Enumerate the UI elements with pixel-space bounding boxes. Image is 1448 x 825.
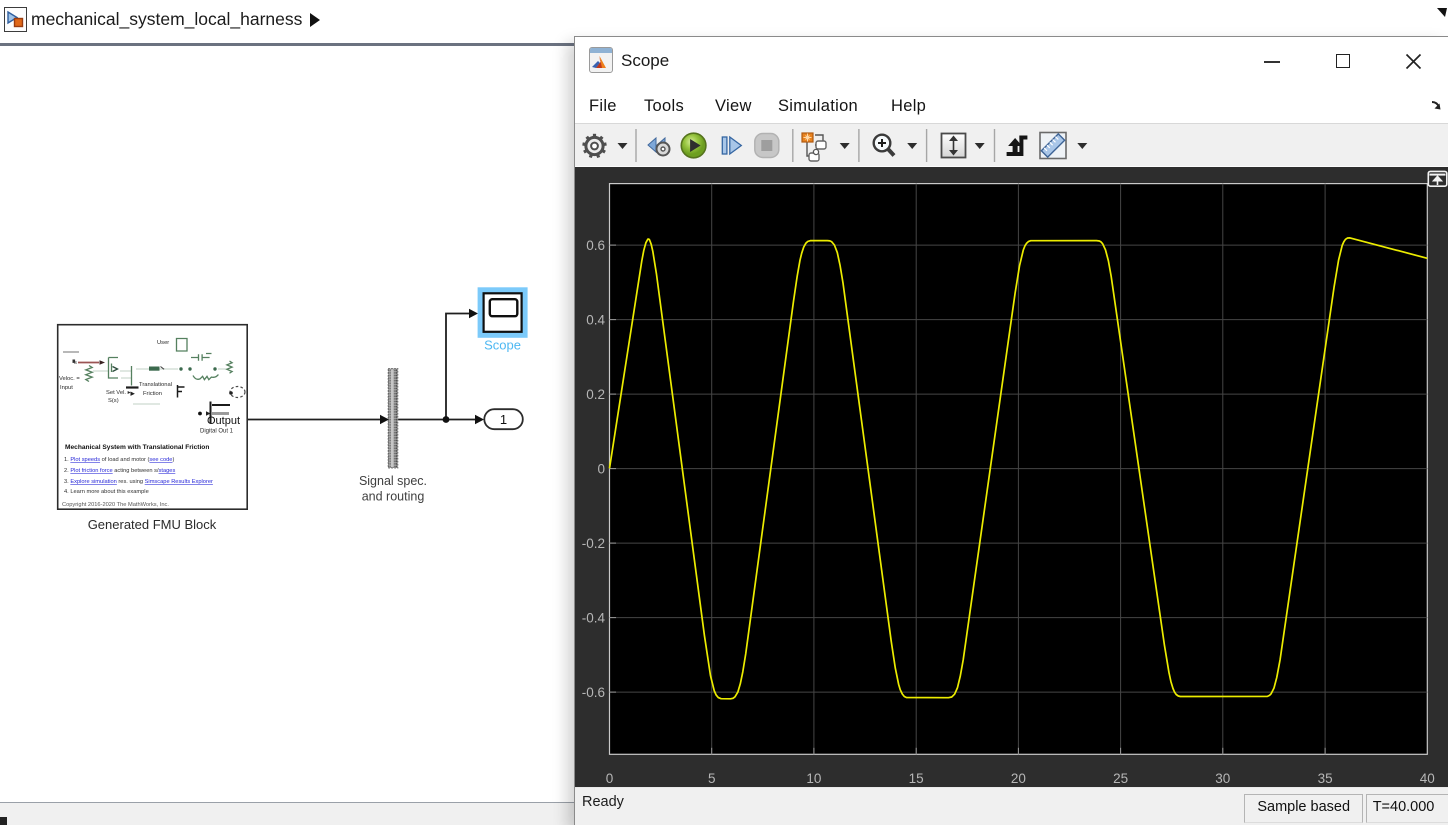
svg-text:Friction: Friction [143,391,162,397]
svg-text:4. Learn more about this examp: 4. Learn more about this example [64,489,149,495]
svg-text:s: s [74,360,77,366]
svg-text:Set Vel. ▸: Set Vel. ▸ [106,390,131,396]
svg-text:5: 5 [708,771,716,786]
svg-text:0: 0 [606,771,614,786]
svg-text:30: 30 [1215,771,1230,786]
svg-text:User: User [157,340,169,346]
svg-text:Translational: Translational [139,382,172,388]
svg-text:1. Plot speeds of load and mot: 1. Plot speeds of load and motor (see co… [64,457,174,463]
svg-text:20: 20 [1011,771,1026,786]
svg-text:35: 35 [1318,771,1333,786]
svg-text:Scope: Scope [484,338,521,353]
svg-text:Generated FMU Block: Generated FMU Block [88,517,217,532]
svg-text:3. Explore simulation res. usi: 3. Explore simulation res. using Simscap… [64,479,213,485]
svg-text:-0.2: -0.2 [582,536,605,551]
svg-text:2. Plot friction force acting: 2. Plot friction force acting between s/… [64,468,175,474]
svg-text:Veloc. =: Veloc. = [59,376,80,382]
svg-text:Output: Output [207,415,240,427]
svg-text:0: 0 [597,461,605,476]
svg-text:10: 10 [806,771,821,786]
svg-text:15: 15 [909,771,924,786]
svg-text:Mechanical System with Transla: Mechanical System with Translational Fri… [65,444,209,451]
svg-text:S(s): S(s) [108,398,119,404]
svg-text:Input: Input [60,385,73,391]
svg-text:Signal spec.: Signal spec. [359,474,427,488]
svg-text:-0.4: -0.4 [582,610,606,625]
svg-text:-0.6: -0.6 [582,685,605,700]
svg-text:40: 40 [1420,771,1435,786]
svg-text:and routing: and routing [362,490,425,504]
svg-text:Copyright 2016-2020 The MathWo: Copyright 2016-2020 The MathWorks, Inc. [62,502,169,508]
svg-text:0.2: 0.2 [586,387,605,402]
svg-text:1: 1 [500,412,507,427]
svg-text:Digital Out 1: Digital Out 1 [200,429,234,435]
svg-text:0.4: 0.4 [586,312,605,327]
svg-text:25: 25 [1113,771,1128,786]
svg-text:0.6: 0.6 [586,238,605,253]
